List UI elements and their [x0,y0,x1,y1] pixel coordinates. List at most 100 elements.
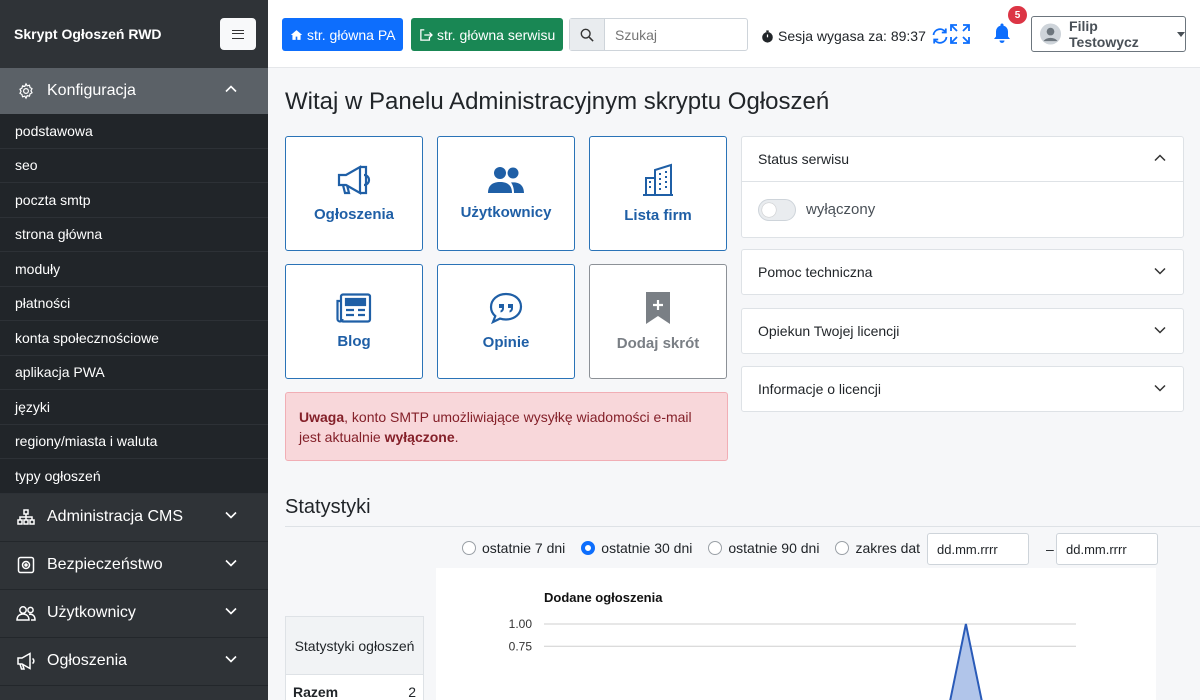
tile-uzytkownicy[interactable]: Użytkownicy [437,136,575,251]
date-from-input[interactable]: dd.mm.rrrr [927,533,1029,565]
chevron-down-icon [224,652,238,671]
alert-text-end: . [454,429,459,445]
sidebar-subitem[interactable]: konta społecznościowe [0,321,268,356]
sidebar-subitem[interactable]: regiony/miasta i waluta [0,425,268,459]
sidebar-section-konfiguracja[interactable]: Konfiguracja [0,68,268,114]
date-to-input[interactable]: dd.mm.rrrr [1056,533,1158,565]
search-input[interactable] [605,19,745,50]
radio-indicator [581,541,596,555]
divider [285,526,1200,527]
accordion-title: Informacje o licencji [758,381,881,397]
site-home-button[interactable]: str. główna serwisu [411,18,564,51]
menu-toggle-button[interactable] [220,18,256,50]
megaphone-icon [16,651,36,671]
accordion-license: Informacje o licencji [741,366,1184,412]
site-status-toggle[interactable] [758,198,796,221]
chevron-up-icon [224,82,238,101]
accordion-title: Pomoc techniczna [758,264,873,280]
notification-count-badge: 5 [1008,6,1027,24]
accordion-status: Status serwisu wyłączony [741,136,1184,238]
accordion-license-header[interactable]: Informacje o licencji [742,367,1183,411]
table-row: Razem 2 [286,675,423,700]
sidebar-section-label: Ogłoszenia [47,652,128,669]
date-range-separator: – [1046,541,1054,557]
sidebar-section-4[interactable]: Ogłoszenia [0,638,268,686]
radio-7-days[interactable]: ostatnie 7 dni [462,540,565,556]
tile-label: Dodaj skrót [616,335,700,352]
external-link-icon [420,28,433,41]
sidebar-subitem[interactable]: aplikacja PWA [0,356,268,390]
row-value: 2 [408,684,416,700]
tile-ogloszenia[interactable]: Ogłoszenia [285,136,423,251]
radio-30-days[interactable]: ostatnie 30 dni [581,540,692,556]
accordion-status-header[interactable]: Status serwisu [742,137,1183,181]
accordion-guardian-header[interactable]: Opiekun Twojej licencji [742,309,1183,353]
series-line [949,623,983,700]
chevron-down-icon [1153,264,1167,281]
radio-date-range[interactable]: zakres dat [835,540,920,556]
session-timer: Sesja wygasa za: 89:37 [761,26,950,46]
row-label: Razem [293,684,339,700]
radio-label: ostatnie 90 dni [728,540,820,556]
sidebar-section-3[interactable]: Użytkownicy [0,590,268,638]
tile-dodaj-skrot[interactable]: Dodaj skrót [589,264,727,379]
sidebar-subitem[interactable]: podstawowa [0,114,268,149]
sitemap-icon [16,507,36,527]
fullscreen-icon[interactable] [949,23,971,50]
sidebar-section-2[interactable]: Bezpieczeństwo [0,542,268,590]
tile-label: Użytkownicy [460,204,552,221]
sidebar-submenu: podstawowa seo poczta smtp strona główna mod… [0,114,268,494]
series-area [950,624,982,700]
sidebar-subitem[interactable]: strona główna [0,218,268,252]
sidebar-subitem[interactable]: seo [0,149,268,183]
sidebar-section-1[interactable]: Administracja CMS [0,494,268,542]
chevron-down-icon [1153,323,1167,340]
bell-icon[interactable] [992,22,1012,49]
accordion-help: Pomoc techniczna [741,249,1184,295]
alert-text: , konto SMTP umożliwiające wysyłkę wiado… [299,409,692,445]
sidebar-subitem[interactable]: typy ogłoszeń [0,459,268,494]
accordion-title: Opiekun Twojej licencji [758,323,900,339]
sidebar-subitem[interactable]: języki [0,390,268,425]
tile-lista-firm[interactable]: Lista firm [589,136,727,251]
newspaper-icon [336,293,372,323]
avatar [1040,23,1062,45]
chevron-down-icon [224,508,238,527]
tile-opinie[interactable]: Opinie [437,264,575,379]
range-radio-group: ostatnie 7 dni ostatnie 30 dni ostatnie … [462,540,920,556]
radio-indicator [835,541,850,555]
sidebar-subitem[interactable]: moduły [0,252,268,287]
radio-label: ostatnie 30 dni [601,540,693,556]
tile-blog[interactable]: Blog [285,264,423,379]
quote-bubble-icon [489,292,523,324]
accordion-status-body: wyłączony [742,181,1183,237]
gear-icon [16,81,36,101]
sidebar-subitem[interactable]: poczta smtp [0,183,268,218]
stats-table-header: Statystyki ogłoszeń [286,617,423,675]
alert-strong: Uwaga [299,409,345,425]
user-menu-button[interactable]: Filip Testowycz [1031,16,1186,52]
sidebar: Skrypt Ogłoszeń RWD Konfiguracja podstaw… [0,0,268,700]
user-name: Filip Testowycz [1069,18,1139,50]
radio-indicator [708,541,723,555]
accordion-help-header[interactable]: Pomoc techniczna [742,250,1183,294]
site-status-label: wyłączony [806,201,876,218]
session-text: Sesja wygasa za: 89:37 [778,28,926,44]
radio-90-days[interactable]: ostatnie 90 dni [708,540,819,556]
megaphone-icon [337,165,371,195]
admin-home-button[interactable]: str. główna PA [282,18,404,51]
page-title: Witaj w Panelu Administracyjnym skryptu … [285,88,830,115]
chevron-down-icon [224,556,238,575]
tile-label: Ogłoszenia [313,206,395,223]
chevron-down-icon [224,604,238,623]
home-icon [290,29,303,40]
main-content: Witaj w Panelu Administracyjnym skryptu … [268,68,1200,700]
accordion-title: Status serwisu [758,151,850,167]
sidebar-section-label: Administracja CMS [47,508,184,525]
search-icon[interactable] [570,19,605,50]
sidebar-subitem[interactable]: płatności [0,287,268,321]
tile-label: Blog [337,333,371,350]
hamburger-icon [232,29,244,39]
refresh-icon[interactable] [930,26,950,46]
y-tick-label: 0.75 [509,639,533,653]
